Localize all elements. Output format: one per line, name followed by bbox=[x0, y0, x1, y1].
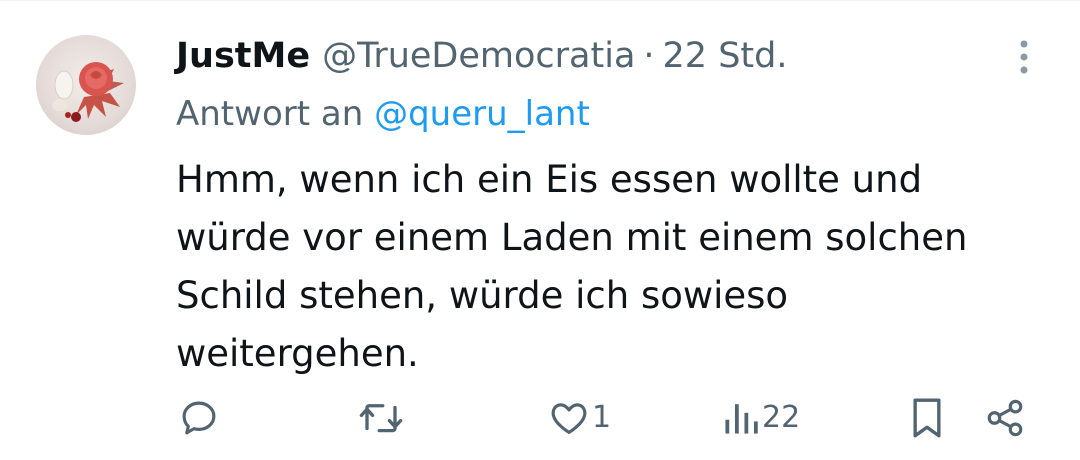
tweet[interactable]: JustMe @TrueDemocratia · 22 Std. Antwort… bbox=[0, 0, 1080, 460]
like-count: 1 bbox=[592, 400, 612, 435]
reply-mention-link[interactable]: @queru_lant bbox=[374, 94, 590, 134]
heart-icon bbox=[551, 403, 587, 434]
tweet-text-line: Hmm, wenn ich ein Eis essen wollte und bbox=[176, 158, 923, 201]
timestamp[interactable]: 22 Std. bbox=[663, 31, 788, 81]
retweet-button[interactable] bbox=[358, 395, 404, 441]
avatar-image bbox=[52, 62, 124, 122]
reply-context: Antwort an @queru_lant bbox=[176, 89, 590, 139]
header-separator: · bbox=[643, 36, 655, 76]
reply-icon bbox=[182, 401, 216, 435]
tweet-text-line: Schild stehen, würde ich sowieso bbox=[176, 274, 789, 317]
tweet-text: Hmm, wenn ich ein Eis essen wollte und w… bbox=[176, 151, 1036, 383]
tweet-text-line: würde vor einem Laden mit einem solchen bbox=[176, 216, 968, 259]
more-icon bbox=[1020, 40, 1028, 74]
tweet-header: JustMe @TrueDemocratia · 22 Std. bbox=[176, 31, 787, 81]
retweet-icon bbox=[359, 404, 403, 433]
views-icon bbox=[725, 404, 758, 434]
avatar[interactable] bbox=[36, 35, 136, 135]
views-button[interactable]: 22 bbox=[722, 395, 800, 441]
bookmark-icon bbox=[913, 398, 941, 438]
bookmark-button[interactable] bbox=[910, 395, 944, 441]
share-button[interactable] bbox=[984, 395, 1026, 441]
more-options-button[interactable] bbox=[1010, 37, 1038, 77]
display-name[interactable]: JustMe bbox=[176, 31, 310, 81]
reply-button[interactable] bbox=[178, 395, 220, 441]
tweet-text-line: weitergehen. bbox=[176, 332, 419, 375]
views-count: 22 bbox=[762, 400, 801, 435]
like-button[interactable]: 1 bbox=[548, 395, 611, 441]
reply-prefix: Antwort an bbox=[176, 94, 364, 134]
user-handle[interactable]: @TrueDemocratia bbox=[322, 31, 635, 81]
share-icon bbox=[987, 399, 1023, 437]
